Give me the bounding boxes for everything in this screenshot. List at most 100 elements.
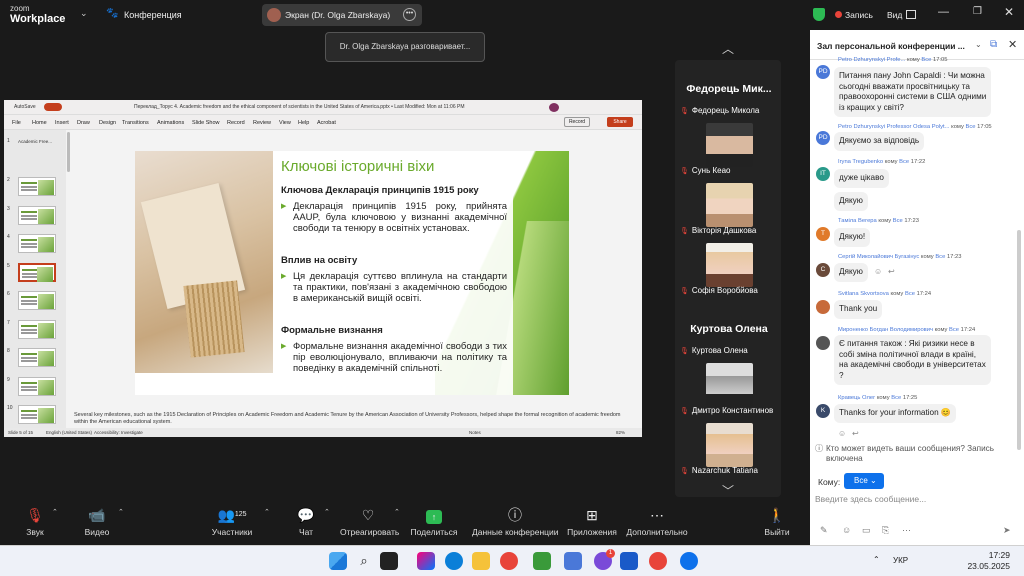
slide-thumbnail (18, 348, 56, 367)
language-indicator[interactable]: УКР (893, 556, 908, 565)
security-shield-icon[interactable] (813, 8, 825, 21)
close-icon[interactable]: ✕ (1008, 38, 1017, 51)
app-icon[interactable] (564, 552, 582, 570)
chevron-up-icon[interactable]: ⌃ (264, 508, 270, 516)
chevron-up-icon[interactable]: ⌃ (324, 508, 330, 516)
message-line: Дякую (839, 267, 863, 276)
participant-video[interactable] (706, 123, 753, 167)
more-icon[interactable]: ••• (403, 8, 416, 21)
leave-button[interactable]: 🚶 Выйти (762, 505, 792, 537)
chevron-up-icon[interactable]: ⌃ (873, 555, 880, 564)
message-bubble: Thank you (834, 300, 883, 319)
message-line: правоохоронні системи в США одними (839, 92, 987, 101)
reply-icon[interactable]: ↩ (852, 429, 859, 438)
chrome-icon[interactable] (649, 552, 667, 570)
participant-video[interactable] (706, 363, 753, 407)
chat-button[interactable]: 💬 Чат ⌃ (292, 505, 330, 537)
slide-thumbnail (18, 206, 56, 225)
file-icon[interactable]: ▭ (862, 525, 871, 536)
start-icon[interactable] (329, 552, 347, 570)
emoji-icon[interactable]: ☺ (842, 525, 851, 535)
meeting-label[interactable]: Конференция (124, 10, 182, 20)
clock[interactable]: 17:29 23.05.2025 (967, 550, 1010, 572)
maximize-icon[interactable]: ❐ (973, 6, 982, 17)
more-button[interactable]: ⋯ Дополнительно (626, 505, 688, 537)
audio-button[interactable]: 🎙 Звук ⌃ (20, 505, 58, 537)
recipient-select[interactable]: Все ⌄ (844, 473, 884, 489)
view-label[interactable]: Вид (887, 10, 902, 20)
brand-bottom: Workplace (10, 13, 66, 25)
thumb-number: 6 (7, 291, 10, 297)
participant-video[interactable] (706, 243, 753, 287)
chevron-up-icon[interactable]: ︿ (722, 40, 734, 57)
apps-button[interactable]: ⊞ Приложения (566, 505, 618, 537)
copilot-icon[interactable] (417, 552, 435, 570)
viber-icon[interactable]: 1 (594, 549, 615, 570)
word-icon[interactable] (620, 552, 638, 570)
mic-muted-icon: 🎙 (26, 507, 44, 523)
chrome-icon[interactable] (500, 552, 518, 570)
format-icon[interactable]: ✎ (820, 525, 828, 536)
ppt-menu-item: Transitions (122, 120, 149, 126)
chevron-up-icon[interactable]: ⌃ (118, 508, 124, 516)
message-sender: Petro Dzhurynskyi Profe... (838, 57, 906, 63)
file-explorer-icon[interactable] (472, 552, 490, 570)
thumb-number: 10 (7, 405, 13, 411)
message-recipient: Все (899, 159, 910, 165)
participant-label: Дмитро Константинов (691, 406, 774, 415)
share-screen-button[interactable]: ↑ Поделиться (410, 505, 458, 537)
search-icon[interactable]: ⌕ (355, 552, 373, 570)
more-icon[interactable]: ⋯ (902, 525, 911, 536)
message-recipient: Все (949, 327, 960, 333)
react-button[interactable]: ♡ Отреагировать ⌃ (340, 505, 400, 537)
video-off-icon: 📹 (88, 507, 106, 523)
more-label: Дополнительно (626, 527, 688, 537)
message-line: собі зміна політичної влади в країні, (839, 349, 977, 359)
participants-icon: 👥125 (217, 507, 247, 523)
edge-icon[interactable] (445, 552, 463, 570)
grid-view-icon[interactable] (906, 10, 916, 19)
slide-bullet: Декларація принципів 1915 року, прийнята… (281, 201, 507, 235)
slide-thumbnail (18, 320, 56, 339)
ppt-menu-item: Draw (77, 120, 90, 126)
chat-input[interactable]: Введите здесь сообщение... (815, 494, 926, 504)
task-view-icon[interactable] (380, 552, 398, 570)
chevron-up-icon[interactable]: ⌃ (394, 508, 400, 516)
message-sender: Petro Dzhurynskyi Professor Odesa Polyt.… (838, 124, 950, 130)
minimize-icon[interactable]: — (938, 6, 949, 18)
video-button[interactable]: 📹 Видео ⌃ (82, 505, 124, 537)
sender-avatar (816, 300, 830, 314)
zoom-taskbar-icon[interactable] (680, 552, 698, 570)
participant-label: Софія Воробйова (691, 286, 758, 295)
reaction-icon[interactable]: ☺ (874, 267, 882, 276)
chat-scrollbar[interactable] (1017, 230, 1021, 450)
mic-muted-icon: 🎙 (680, 108, 689, 115)
chevron-down-icon[interactable]: ⌄ (80, 8, 88, 19)
message-line: на академічні свободи в університетах (839, 360, 986, 369)
more-icon: ⋯ (650, 507, 664, 523)
reaction-icon[interactable]: ☺ (838, 429, 846, 438)
screen-share-pill[interactable]: Экран (Dr. Olga Zbarskaya) ••• (262, 4, 422, 26)
leave-label: Выйти (764, 527, 790, 537)
sender-avatar: С (816, 263, 830, 277)
ppt-menu-item: File (12, 120, 21, 126)
chevron-down-icon[interactable]: ⌄ (975, 40, 982, 49)
popout-icon[interactable]: ⧉ (990, 39, 997, 50)
participants-button[interactable]: 👥125 Участники ⌃ (210, 505, 270, 537)
message-meta: Svitlana Skvortsova кому Все 17:24 (838, 291, 931, 297)
message-bubble: Дякую (834, 192, 868, 211)
chevron-up-icon[interactable]: ⌃ (52, 508, 58, 516)
participant-video[interactable] (706, 423, 753, 467)
ppt-filename: Переклад_Торус 4. Academic freedom and t… (134, 104, 465, 110)
chevron-down-icon[interactable]: ﹀ (722, 482, 734, 499)
screenshot-icon[interactable]: ⎘ (882, 525, 889, 536)
send-icon[interactable]: ➤ (1003, 525, 1011, 536)
store-icon[interactable] (533, 552, 551, 570)
ppt-title-bar: AutoSave Переклад_Торус 4. Academic free… (4, 100, 642, 115)
record-label[interactable]: Запись (845, 10, 873, 20)
meeting-info-button[interactable]: ⓘ Данные конференции (472, 505, 559, 537)
participant-video[interactable] (706, 183, 753, 227)
reply-icon[interactable]: ↩ (888, 267, 895, 276)
chat-visibility-notice[interactable]: ⓘ Кто может видеть ваши сообщения? Запись… (815, 444, 1011, 464)
close-icon[interactable]: ✕ (1004, 5, 1014, 19)
